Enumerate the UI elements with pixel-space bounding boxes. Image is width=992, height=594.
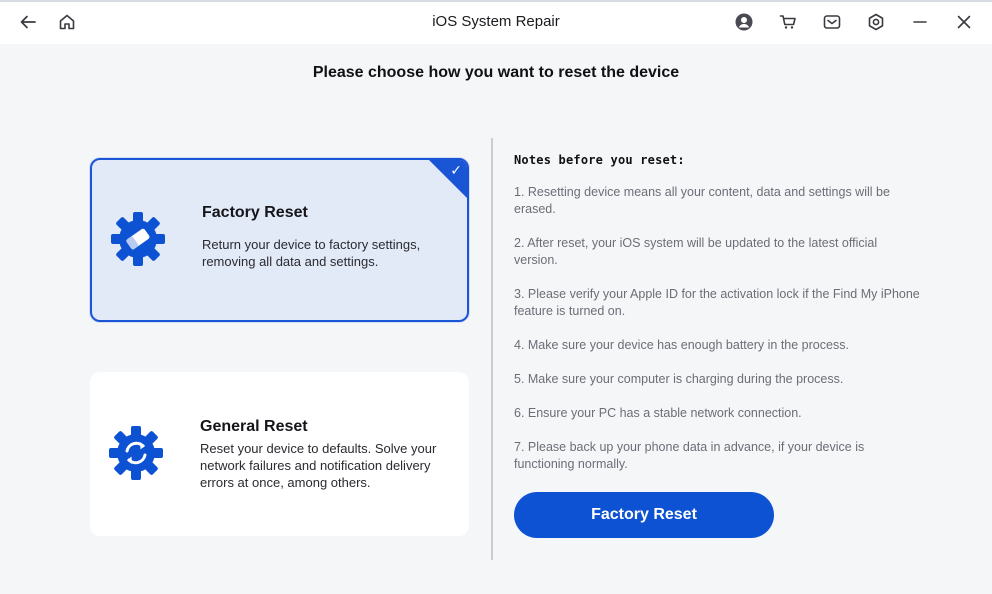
- page-heading: Please choose how you want to reset the …: [312, 64, 680, 81]
- home-button[interactable]: [53, 8, 81, 36]
- factory-reset-button[interactable]: Factory Reset: [514, 492, 774, 538]
- minimize-button[interactable]: [906, 8, 934, 36]
- top-border: [0, 0, 992, 2]
- gear-refresh-icon: [109, 426, 163, 480]
- title-bar: iOS System Repair: [0, 0, 992, 44]
- minimize-icon: [913, 21, 927, 23]
- account-button[interactable]: [730, 8, 758, 36]
- home-icon: [59, 14, 75, 30]
- close-button[interactable]: [950, 8, 978, 36]
- notes-list: 1. Resetting device means all your conte…: [514, 184, 924, 490]
- settings-button[interactable]: [862, 8, 890, 36]
- close-icon: [957, 15, 971, 29]
- factory-reset-option[interactable]: ✓ Factory Reset Return your device to fa…: [90, 158, 469, 322]
- note-item: 3. Please verify your Apple ID for the a…: [514, 287, 920, 318]
- back-button[interactable]: [14, 8, 42, 36]
- checkmark-icon: ✓: [450, 162, 462, 178]
- general-reset-title: General Reset: [200, 418, 308, 435]
- main-content: Please choose how you want to reset the …: [0, 44, 992, 594]
- notes-title: Notes before you reset:: [514, 153, 685, 167]
- gear-icon: [868, 13, 884, 31]
- note-item: 5. Make sure your computer is charging d…: [514, 372, 844, 386]
- selected-corner: [428, 160, 467, 199]
- cart-icon: [779, 15, 796, 29]
- cart-button[interactable]: [774, 8, 802, 36]
- factory-reset-description: Return your device to factory settings, …: [202, 237, 421, 269]
- user-avatar-icon: [735, 13, 753, 31]
- note-item: 7. Please back up your phone data in adv…: [514, 440, 865, 471]
- general-reset-option[interactable]: General Reset Reset your device to defau…: [90, 372, 469, 536]
- mail-button[interactable]: [818, 8, 846, 36]
- note-item: 6. Ensure your PC has a stable network c…: [514, 406, 802, 420]
- general-reset-description: Reset your device to defaults. Solve you…: [200, 441, 437, 490]
- arrow-left-icon: [20, 15, 36, 29]
- gear-eraser-icon: [111, 212, 165, 266]
- note-item: 1. Resetting device means all your conte…: [514, 185, 890, 216]
- factory-reset-title: Factory Reset: [202, 204, 308, 221]
- mail-icon: [823, 15, 841, 29]
- note-item: 4. Make sure your device has enough batt…: [514, 338, 849, 352]
- vertical-divider: [491, 138, 493, 560]
- note-item: 2. After reset, your iOS system will be …: [514, 236, 878, 267]
